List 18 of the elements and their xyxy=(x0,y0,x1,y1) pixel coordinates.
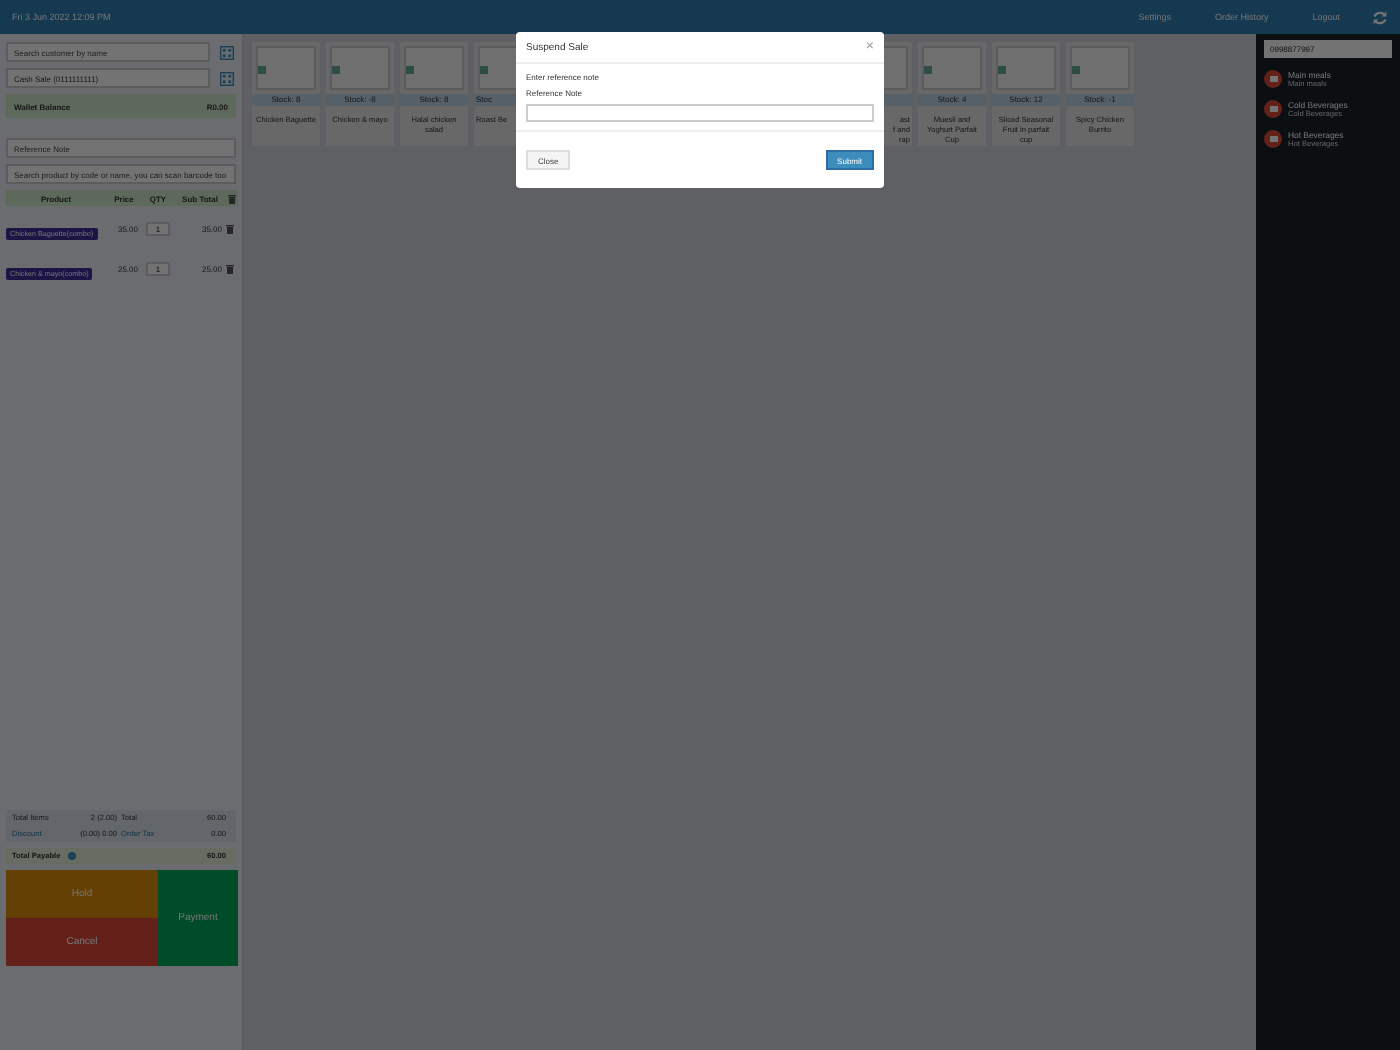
scan-icon xyxy=(219,71,233,85)
broken-image-icon xyxy=(998,66,1006,74)
trash-icon[interactable] xyxy=(226,223,234,233)
reference-input[interactable] xyxy=(526,104,874,122)
folder-icon xyxy=(1269,76,1277,82)
broken-image-icon xyxy=(406,66,414,74)
qr-icon xyxy=(219,45,233,59)
broken-image-icon xyxy=(258,66,266,74)
broken-image-icon xyxy=(924,66,932,74)
refresh-icon[interactable] xyxy=(1372,9,1388,25)
broken-image-icon xyxy=(332,66,340,74)
broken-image-icon xyxy=(1072,66,1080,74)
info-icon[interactable] xyxy=(68,852,77,860)
trash-icon[interactable] xyxy=(226,263,234,273)
broken-image-icon xyxy=(480,66,488,74)
trash-icon[interactable] xyxy=(228,193,236,203)
folder-icon xyxy=(1269,106,1277,112)
folder-icon xyxy=(1269,136,1277,142)
